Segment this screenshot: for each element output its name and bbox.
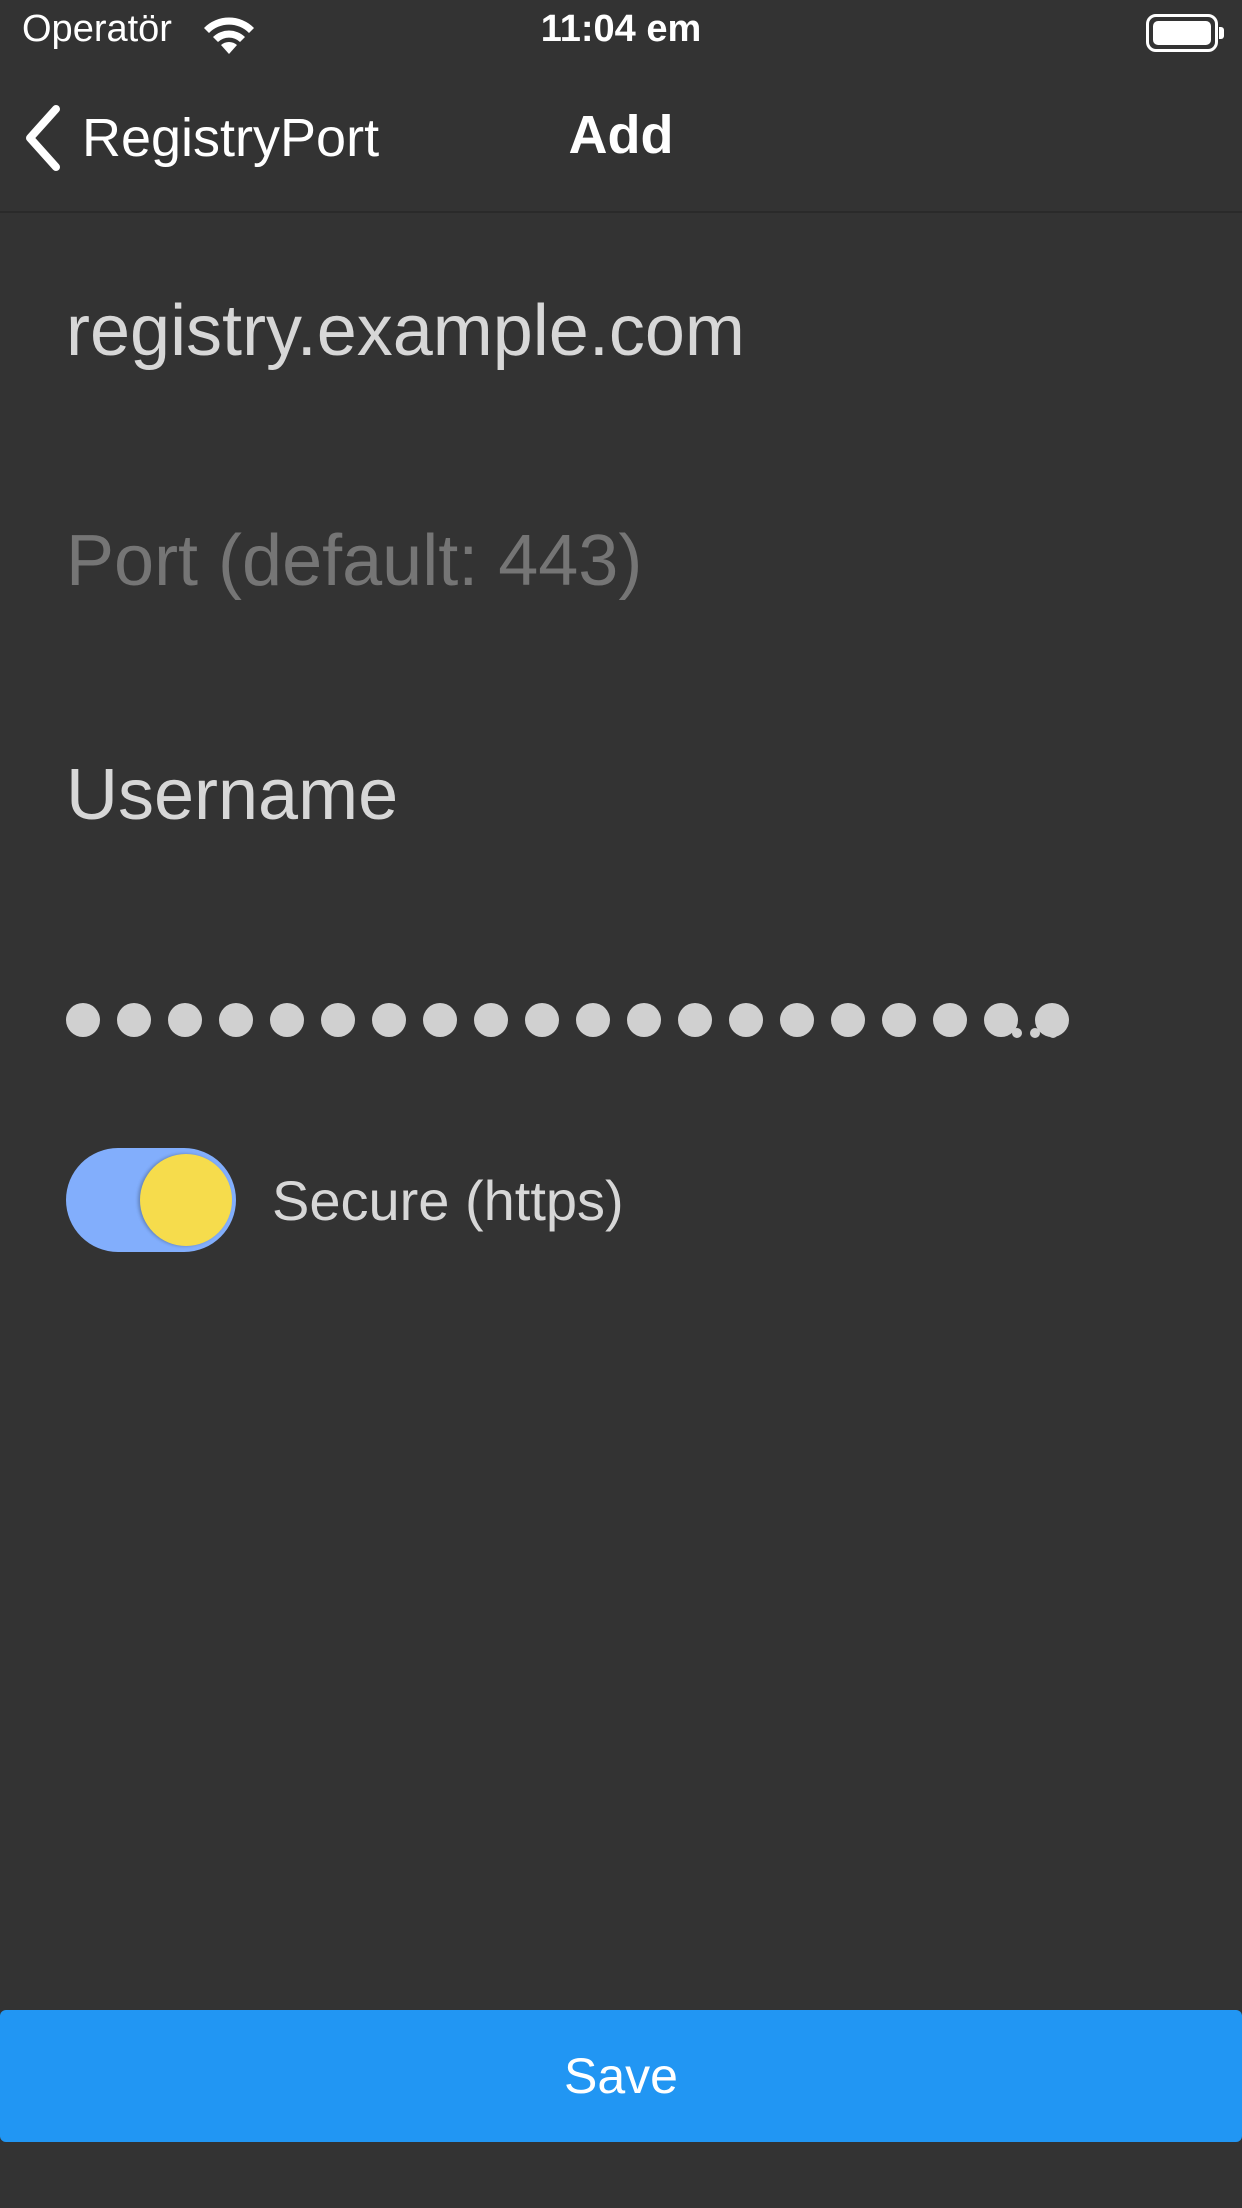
password-dot bbox=[372, 1003, 406, 1037]
password-input[interactable] bbox=[66, 980, 1086, 1060]
status-bar: Operatör 11:04 em bbox=[0, 0, 1242, 68]
navigation-bar: RegistryPort Add bbox=[0, 68, 1242, 213]
port-input[interactable] bbox=[66, 506, 1176, 616]
password-overflow-indicator bbox=[1012, 1028, 1132, 1048]
password-dot bbox=[66, 1003, 100, 1037]
save-button[interactable]: Save bbox=[0, 2010, 1242, 2142]
password-dot bbox=[474, 1003, 508, 1037]
password-dot bbox=[933, 1003, 967, 1037]
password-dot bbox=[117, 1003, 151, 1037]
secure-setting-row: Secure (https) bbox=[66, 1148, 624, 1252]
password-dot bbox=[780, 1003, 814, 1037]
toggle-knob bbox=[140, 1154, 232, 1246]
page-title: Add bbox=[568, 105, 674, 165]
password-dot bbox=[729, 1003, 763, 1037]
status-time: 11:04 em bbox=[540, 8, 702, 50]
secure-label: Secure (https) bbox=[272, 1168, 624, 1232]
save-button-label: Save bbox=[564, 2048, 678, 2104]
host-input[interactable] bbox=[66, 276, 1176, 386]
password-dot bbox=[525, 1003, 559, 1037]
secure-toggle[interactable] bbox=[66, 1148, 236, 1252]
password-dot bbox=[882, 1003, 916, 1037]
password-dot bbox=[678, 1003, 712, 1037]
password-dot bbox=[321, 1003, 355, 1037]
password-dot bbox=[219, 1003, 253, 1037]
password-dot bbox=[270, 1003, 304, 1037]
password-dot bbox=[831, 1003, 865, 1037]
battery-icon bbox=[1146, 14, 1224, 52]
add-registry-screen: Operatör 11:04 em RegistryPort Add Sec bbox=[0, 0, 1242, 2208]
username-input[interactable] bbox=[66, 740, 1176, 850]
password-dot bbox=[423, 1003, 457, 1037]
password-dot bbox=[168, 1003, 202, 1037]
password-dot bbox=[576, 1003, 610, 1037]
password-dot bbox=[627, 1003, 661, 1037]
